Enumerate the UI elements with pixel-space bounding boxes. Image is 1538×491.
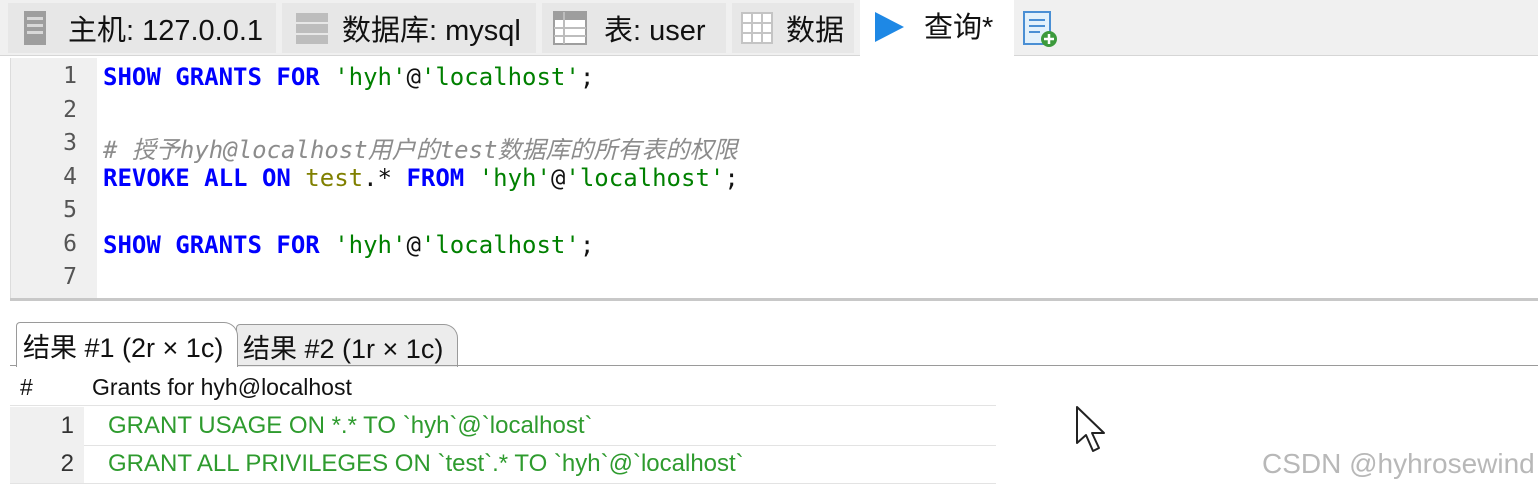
line-number: 1 [63,63,77,89]
tab-result-2-label: 结果 #2 (1r × 1c) [243,333,444,364]
tab-result-1-label: 结果 #1 (2r × 1c) [23,332,224,363]
line-number: 6 [63,230,77,257]
sql-text: @ [406,230,421,259]
tab-data-label: 数据 [786,15,845,47]
code-line[interactable]: SHOW GRANTS FOR 'hyh'@'localhost'; [103,231,594,259]
sql-string: 'hyh' [478,163,551,192]
tab-result-2[interactable]: 结果 #2 (1r × 1c) [236,324,458,367]
mouse-cursor-icon [1076,406,1105,452]
row-number: 1 [10,407,84,445]
sql-string: 'hyh' [334,63,407,91]
tab-database-label: 数据库: mysql [342,15,521,47]
sql-text: ; [579,63,595,91]
grant-cell[interactable]: GRANT USAGE ON *.* TO `hyh`@`localhost` [108,407,593,445]
play-icon [875,12,904,42]
result-tab-baseline [10,365,1538,366]
code-line[interactable]: # 授予hyh@localhost用户的test数据库的所有表的权限 [103,130,738,165]
sql-text: .* [363,163,407,192]
tab-host-label: 主机: 127.0.0.1 [68,15,264,47]
panel-splitter[interactable] [10,298,1538,301]
new-query-icon [1023,11,1057,47]
sql-keyword: REVOKE ALL ON [103,163,306,192]
sql-editor[interactable]: 1234567 SHOW GRANTS FOR 'hyh'@'localhost… [10,58,1538,298]
sql-text: ; [579,230,595,259]
row-number-header: # [20,374,33,400]
sql-identifier: test [305,163,364,192]
sql-string: 'localhost' [420,230,580,259]
tab-query[interactable]: 查询* [860,0,1014,56]
sql-keyword: SHOW GRANTS FOR [103,230,335,259]
table-row[interactable]: 1 GRANT USAGE ON *.* TO `hyh`@`localhost… [10,407,996,446]
table-icon [553,11,587,45]
row-number: 2 [10,445,84,483]
tab-query-label: 查询* [924,12,994,44]
sql-keyword: SHOW GRANTS FOR [103,63,335,91]
code-line[interactable]: REVOKE ALL ON test.* FROM 'hyh'@'localho… [103,164,739,192]
line-number: 4 [63,163,77,190]
sql-text: ; [724,163,739,192]
new-query-tab-button[interactable] [1016,3,1064,53]
tab-result-1[interactable]: 结果 #1 (2r × 1c) [16,322,238,367]
column-header-grants[interactable]: Grants for hyh@localhost [92,374,352,401]
sql-text: @ [406,63,421,91]
grid-icon [741,12,773,44]
database-icon [296,13,328,44]
tab-table-label: 表: user [604,15,706,47]
tab-host[interactable]: 主机: 127.0.0.1 [8,3,276,53]
sql-text: @ [550,163,566,192]
sql-keyword: FROM [406,163,479,192]
table-row[interactable]: 2 GRANT ALL PRIVILEGES ON `test`.* TO `h… [10,445,996,484]
sql-string: 'localhost' [420,63,580,91]
line-number: 3 [63,130,77,156]
code-line[interactable]: SHOW GRANTS FOR 'hyh'@'localhost'; [103,63,594,91]
line-number: 7 [63,264,77,290]
tab-database[interactable]: 数据库: mysql [282,3,536,53]
tab-table[interactable]: 表: user [542,3,726,53]
server-icon [24,11,46,45]
sql-string: 'localhost' [565,163,725,192]
tab-data[interactable]: 数据 [732,3,854,53]
sql-comment: # 授予hyh@localhost用户的test数据库的所有表的权限 [103,136,738,164]
sql-string: 'hyh' [334,230,407,259]
grid-header: # Grants for hyh@localhost [10,367,996,406]
grant-cell[interactable]: GRANT ALL PRIVILEGES ON `test`.* TO `hyh… [108,445,744,483]
watermark: CSDN @hyhrosewind [1262,448,1535,479]
query-tab-bar: 主机: 127.0.0.1 数据库: mysql 表: user 数据 查询* [0,0,1538,56]
line-number: 2 [63,96,77,123]
line-number: 5 [63,197,77,223]
